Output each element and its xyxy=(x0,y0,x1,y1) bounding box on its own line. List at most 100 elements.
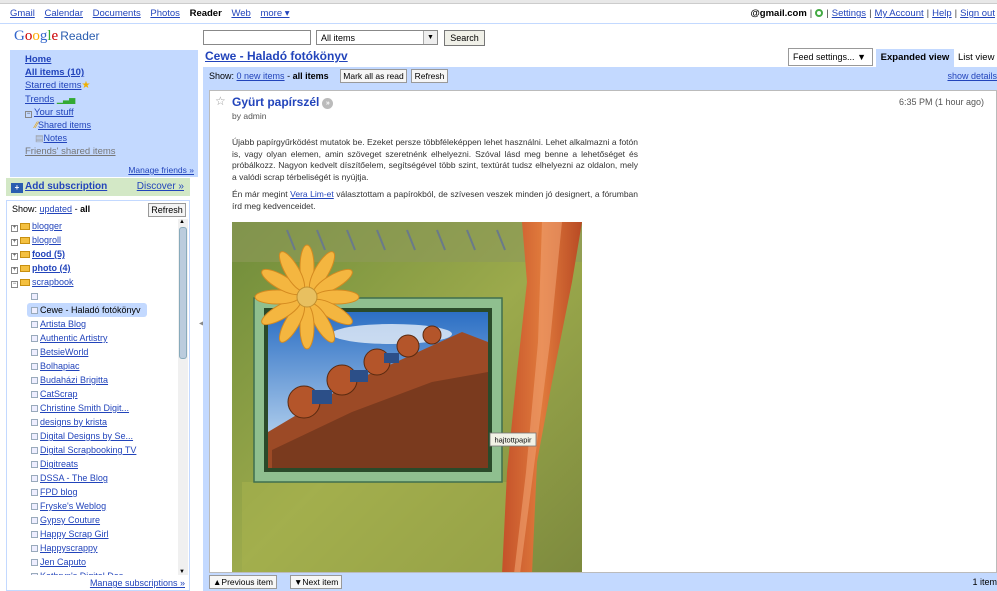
feed-label[interactable]: Cewe - Haladó fotókönyv xyxy=(40,305,141,315)
folder-label[interactable]: blogroll xyxy=(32,235,61,245)
entry-card[interactable]: ☆ Gyürt papírszél» by admin 6:35 PM (1 h… xyxy=(209,90,997,573)
show-details-link[interactable]: show details xyxy=(947,71,997,81)
feed-row[interactable]: Happy Scrap Girl xyxy=(7,527,179,541)
feed-row[interactable]: Christine Smith Digit... xyxy=(7,401,179,415)
feed-row-selected[interactable]: Cewe - Haladó fotókönyv xyxy=(27,303,147,317)
topnav-photos[interactable]: Photos xyxy=(150,8,180,19)
feed-label[interactable]: Authentic Artistry xyxy=(40,333,108,343)
nav-starred[interactable]: Starred items xyxy=(25,80,82,91)
topnav-gmail[interactable]: Gmail xyxy=(10,8,35,19)
feed-label[interactable]: BetsieWorld xyxy=(40,347,88,357)
feed-label[interactable]: Kathryn's Digital Des... xyxy=(40,571,131,575)
filter-updated[interactable]: updated xyxy=(40,204,73,214)
feed-title[interactable]: Cewe - Haladó fotókönyv xyxy=(205,49,348,63)
open-link-icon[interactable]: » xyxy=(322,98,334,109)
feed-row[interactable] xyxy=(7,289,179,303)
topnav-documents[interactable]: Documents xyxy=(93,8,141,19)
nav-notes[interactable]: Notes xyxy=(44,133,68,143)
feed-label[interactable]: Digital Scrapbooking TV xyxy=(40,445,136,455)
discover-link[interactable]: Discover » xyxy=(137,181,184,192)
scroll-up-icon[interactable]: ▲ xyxy=(179,219,185,225)
feed-label[interactable]: Happy Scrap Girl xyxy=(40,529,109,539)
feed-label[interactable]: Bolhapiac xyxy=(40,361,80,371)
nav-your-stuff[interactable]: Your stuff xyxy=(34,107,74,118)
feed-row[interactable]: Happyscrappy xyxy=(7,541,179,555)
help-link[interactable]: Help xyxy=(932,8,952,19)
collapse-icon[interactable]: − xyxy=(25,110,32,118)
feed-label[interactable]: Gypsy Couture xyxy=(40,515,100,525)
feed-row[interactable]: Artista Blog xyxy=(7,317,179,331)
scroll-down-icon[interactable]: ▼ xyxy=(179,569,185,575)
add-subscription-button[interactable]: + Add subscription xyxy=(11,181,107,193)
nav-trends[interactable]: Trends xyxy=(25,94,54,105)
nav-all-items[interactable]: All items (10) xyxy=(25,67,84,78)
entry-title[interactable]: Gyürt papírszél» xyxy=(232,95,334,109)
topnav-web[interactable]: Web xyxy=(231,8,250,19)
feed-label[interactable]: Digitreats xyxy=(40,459,78,469)
feed-label[interactable]: Fryske's Weblog xyxy=(40,501,106,511)
mark-all-read-button[interactable]: Mark all as read xyxy=(340,69,407,83)
feed-row[interactable]: Jen Caputo xyxy=(7,555,179,569)
feed-label[interactable]: FPD blog xyxy=(40,487,78,497)
topnav-more[interactable]: more ▾ xyxy=(260,8,289,19)
folder-row[interactable]: + blogger xyxy=(7,219,179,233)
scrollbar-thumb[interactable] xyxy=(179,227,187,359)
nav-friends-shared[interactable]: Friends' shared items xyxy=(25,146,116,157)
topnav-calendar[interactable]: Calendar xyxy=(44,8,83,19)
folder-row[interactable]: + food (5) xyxy=(7,247,179,261)
sign-out-link[interactable]: Sign out xyxy=(960,8,995,19)
folder-row[interactable]: + blogroll xyxy=(7,233,179,247)
feed-label[interactable]: Christine Smith Digit... xyxy=(40,403,129,413)
tab-expanded-view[interactable]: Expanded view xyxy=(876,49,954,67)
add-subscription-bar: + Add subscription Discover » xyxy=(6,178,190,196)
manage-subscriptions-link[interactable]: Manage subscriptions » xyxy=(90,578,185,588)
feed-label[interactable]: designs by krista xyxy=(40,417,107,427)
nav-home[interactable]: Home xyxy=(25,54,51,65)
feed-row[interactable]: Kathryn's Digital Des... xyxy=(7,569,179,575)
folder-label[interactable]: scrapbook xyxy=(32,277,74,287)
feed-row[interactable]: Fryske's Weblog xyxy=(7,499,179,513)
feed-label[interactable]: Budaházi Brigitta xyxy=(40,375,108,385)
feed-row[interactable]: Digital Designs by Se... xyxy=(7,429,179,443)
feed-row[interactable]: CatScrap xyxy=(7,387,179,401)
settings-link[interactable]: Settings xyxy=(832,8,866,19)
feed-row[interactable]: DSSA - The Blog xyxy=(7,471,179,485)
feed-row[interactable]: Gypsy Couture xyxy=(7,513,179,527)
google-reader-logo[interactable]: Google Reader xyxy=(14,28,100,45)
nav-shared-items[interactable]: Shared items xyxy=(38,120,91,130)
feed-label[interactable]: Artista Blog xyxy=(40,319,86,329)
feed-label[interactable]: Jen Caputo xyxy=(40,557,86,567)
feed-row[interactable]: Digitreats xyxy=(7,457,179,471)
manage-friends-link[interactable]: Manage friends » xyxy=(128,165,194,175)
star-icon[interactable]: ☆ xyxy=(215,94,226,108)
new-items-link[interactable]: 0 new items xyxy=(237,71,285,81)
feed-label[interactable]: DSSA - The Blog xyxy=(40,473,108,483)
designer-link[interactable]: Vera Lim-et xyxy=(290,189,334,199)
feed-label[interactable]: CatScrap xyxy=(40,389,78,399)
feed-row[interactable]: BetsieWorld xyxy=(7,345,179,359)
feed-row[interactable]: FPD blog xyxy=(7,485,179,499)
feed-row[interactable]: Bolhapiac xyxy=(7,359,179,373)
folder-row[interactable]: + photo (4) xyxy=(7,261,179,275)
feed-refresh-button[interactable]: Refresh xyxy=(411,69,448,83)
feed-label[interactable]: Happyscrappy xyxy=(40,543,98,553)
folder-row-open[interactable]: − scrapbook xyxy=(7,275,179,289)
feed-row[interactable]: designs by krista xyxy=(7,415,179,429)
tab-list-view[interactable]: List view xyxy=(958,49,997,67)
feed-row[interactable]: Authentic Artistry xyxy=(7,331,179,345)
feed-row[interactable]: Digital Scrapbooking TV xyxy=(7,443,179,457)
search-input[interactable] xyxy=(203,30,311,45)
previous-item-button[interactable]: ▲Previous item xyxy=(209,575,277,589)
my-account-link[interactable]: My Account xyxy=(875,8,924,19)
feed-row[interactable]: Budaházi Brigitta xyxy=(7,373,179,387)
subscriptions-refresh-button[interactable]: Refresh xyxy=(148,203,186,217)
subscription-scrollbar[interactable]: ▲ ▼ xyxy=(178,219,188,575)
search-button[interactable]: Search xyxy=(444,30,485,46)
search-scope-select[interactable]: All items ▼ xyxy=(316,30,438,45)
next-item-button[interactable]: ▼Next item xyxy=(290,575,343,589)
folder-label[interactable]: blogger xyxy=(32,221,62,231)
feed-label[interactable]: Digital Designs by Se... xyxy=(40,431,133,441)
folder-label[interactable]: photo (4) xyxy=(32,263,71,273)
folder-label[interactable]: food (5) xyxy=(32,249,65,259)
feed-settings-dropdown[interactable]: Feed settings... ▼ xyxy=(788,48,873,66)
